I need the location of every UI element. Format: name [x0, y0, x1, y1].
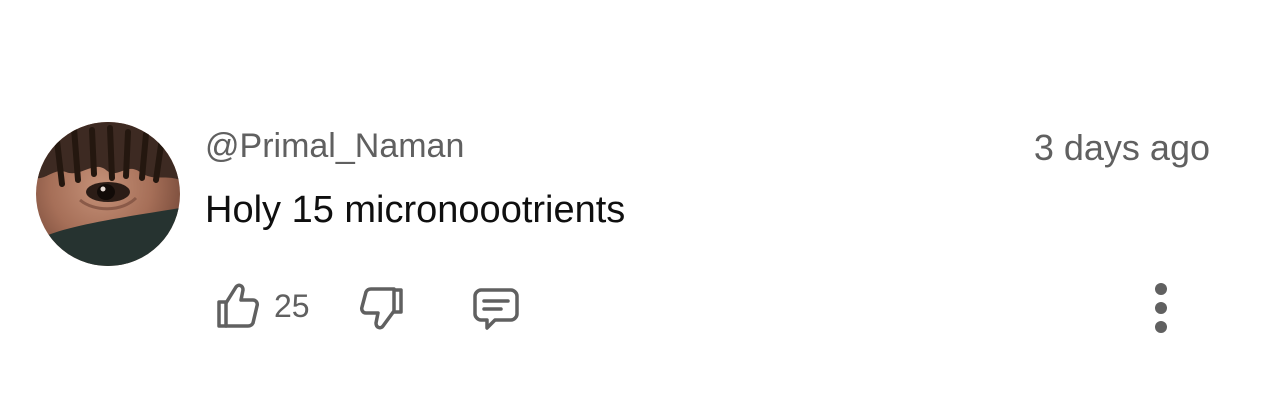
comment-item: @Primal_Naman 3 days ago Holy 15 microno…: [0, 0, 1284, 418]
reply-button[interactable]: [471, 282, 525, 334]
comment-author[interactable]: @Primal_Naman: [205, 126, 464, 166]
comment-timestamp: 3 days ago: [1033, 127, 1210, 168]
more-options-button[interactable]: [1140, 280, 1182, 336]
reply-comment-icon: [471, 284, 521, 332]
thumbs-up-icon: [214, 282, 260, 330]
dislike-button[interactable]: [358, 280, 410, 332]
more-vertical-icon: [1153, 281, 1169, 335]
thumbs-down-icon: [358, 282, 406, 330]
avatar[interactable]: [36, 122, 180, 266]
like-button[interactable]: 25: [214, 280, 310, 332]
like-count: 25: [274, 288, 310, 324]
comment-text: Holy 15 micronoootrients: [205, 189, 626, 231]
